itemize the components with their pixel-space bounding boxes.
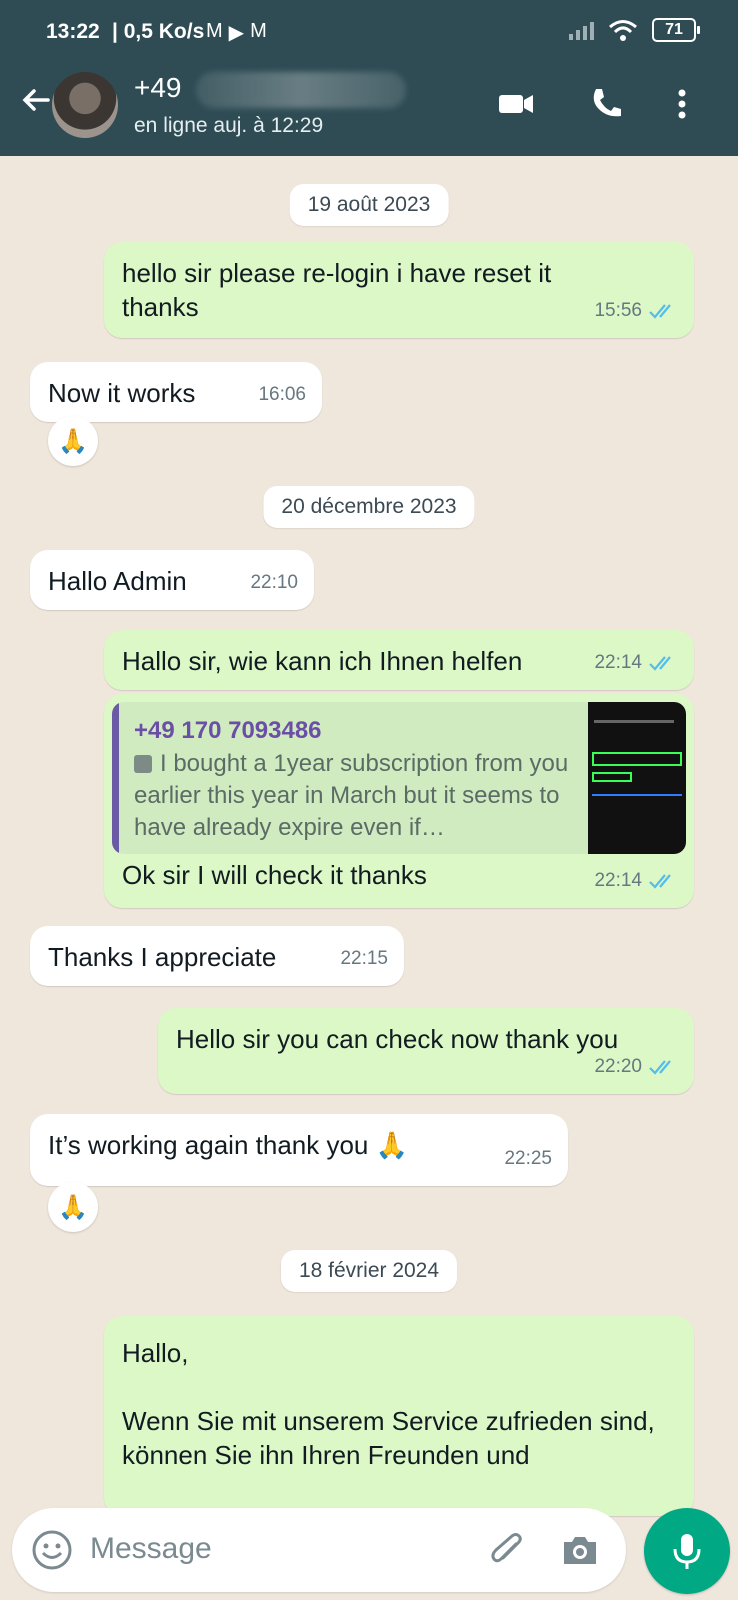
camera-icon[interactable] — [558, 1530, 602, 1570]
message-time: 22:25 — [504, 1148, 552, 1169]
message-text: hello sir please re-login i have reset i… — [122, 258, 552, 322]
message-incoming[interactable]: Hallo Admin 22:10 — [30, 550, 314, 610]
gmail-icon: M — [206, 20, 223, 42]
read-ticks-icon — [649, 1060, 671, 1075]
status-notification-icons: M ▶ M — [206, 20, 267, 45]
avatar[interactable] — [52, 72, 118, 138]
quote-text-content: I bought a 1year subscription from you e… — [134, 750, 569, 841]
read-ticks-icon — [649, 874, 671, 889]
battery-icon: 71 — [652, 18, 700, 42]
message-meta: 22:14 — [594, 646, 678, 680]
chat-header: +49 en ligne auj. à 12:29 — [0, 64, 738, 156]
voice-call-icon[interactable] — [586, 84, 626, 124]
message-text: Ok sir I will check it thanks — [122, 860, 427, 890]
message-meta: 16:06 — [258, 378, 306, 412]
message-meta: 22:10 — [250, 566, 298, 600]
reaction-badge[interactable]: 🙏 — [48, 1182, 98, 1232]
message-text: Wenn Sie mit unserem Service zufrieden s… — [122, 1406, 655, 1470]
message-incoming[interactable]: It’s working again thank you 🙏 22:25 — [30, 1114, 568, 1186]
quote-bar — [112, 702, 119, 854]
date-separator: 19 août 2023 — [289, 184, 449, 226]
message-meta: 22:25 — [504, 1142, 552, 1176]
message-outgoing-reply[interactable]: +49 170 7093486 I bought a 1year subscri… — [104, 694, 694, 908]
status-bar: 13:22 | 0,5 Ko/s M ▶ M 71 — [0, 0, 738, 64]
message-text: Thanks I appreciate — [48, 942, 277, 972]
signal-icon — [569, 20, 594, 40]
composer-bar: Message — [0, 1500, 738, 1600]
message-meta: 22:20 — [594, 1050, 678, 1084]
message-outgoing[interactable]: Hallo sir, wie kann ich Ihnen helfen 22:… — [104, 630, 694, 690]
message-outgoing[interactable]: hello sir please re-login i have reset i… — [104, 242, 694, 338]
gmail-icon: M — [250, 20, 267, 42]
message-time: 22:14 — [594, 652, 642, 673]
quote-text: I bought a 1year subscription from you e… — [134, 748, 574, 844]
status-right: 71 — [569, 18, 700, 42]
message-time: 16:06 — [258, 384, 306, 405]
voice-message-button[interactable] — [644, 1508, 730, 1594]
message-meta: 22:14 — [594, 864, 678, 898]
message-time: 15:56 — [594, 300, 642, 321]
back-arrow-icon[interactable] — [18, 82, 54, 118]
more-options-icon[interactable] — [662, 84, 702, 124]
status-time: 13:22 — [46, 20, 100, 43]
top-bar: 13:22 | 0,5 Ko/s M ▶ M 71 +49 en ligne a… — [0, 0, 738, 156]
attach-icon[interactable] — [488, 1530, 528, 1570]
message-text: Now it works — [48, 378, 196, 408]
message-placeholder: Message — [90, 1532, 212, 1565]
message-time: 22:10 — [250, 572, 298, 593]
message-text: Hallo sir, wie kann ich Ihnen helfen — [122, 646, 523, 676]
reaction-badge[interactable]: 🙏 — [48, 416, 98, 466]
video-call-icon[interactable] — [496, 84, 536, 124]
message-text: Hallo Admin — [48, 566, 187, 596]
message-meta: 22:15 — [340, 942, 388, 976]
quote-thumbnail — [588, 702, 686, 854]
read-ticks-icon — [649, 656, 671, 671]
image-icon — [134, 755, 152, 773]
status-network-speed: | 0,5 Ko/s — [112, 20, 205, 43]
message-text: It’s working again thank you 🙏 — [48, 1130, 408, 1160]
message-outgoing[interactable]: Hello sir you can check now thank you 22… — [158, 1008, 694, 1094]
message-incoming[interactable]: Thanks I appreciate 22:15 — [30, 926, 404, 986]
redacted-number — [196, 72, 406, 108]
contact-name[interactable]: +49 — [134, 72, 182, 104]
message-time: 22:15 — [340, 948, 388, 969]
wifi-icon — [609, 20, 637, 41]
message-text: Hello sir you can check now thank you — [176, 1024, 619, 1054]
contact-status: en ligne auj. à 12:29 — [134, 114, 324, 137]
message-list: 19 août 2023 hello sir please re-login i… — [0, 156, 738, 1516]
message-time: 22:14 — [594, 870, 642, 891]
quote-sender: +49 170 7093486 — [134, 717, 322, 744]
message-outgoing[interactable]: Hallo, Wenn Sie mit unserem Service zufr… — [104, 1316, 694, 1516]
quoted-message[interactable]: +49 170 7093486 I bought a 1year subscri… — [112, 702, 686, 854]
message-time: 22:20 — [594, 1056, 642, 1077]
message-text: Hallo, — [122, 1338, 189, 1368]
date-separator: 20 décembre 2023 — [263, 486, 475, 528]
emoji-icon[interactable] — [30, 1528, 74, 1572]
read-ticks-icon — [649, 304, 671, 319]
youtube-icon: ▶ — [228, 22, 245, 44]
message-input[interactable]: Message — [12, 1508, 626, 1592]
date-separator: 18 février 2024 — [280, 1250, 458, 1292]
microphone-icon — [673, 1534, 701, 1569]
message-meta: 15:56 — [594, 294, 678, 328]
message-incoming[interactable]: Now it works 16:06 — [30, 362, 322, 422]
